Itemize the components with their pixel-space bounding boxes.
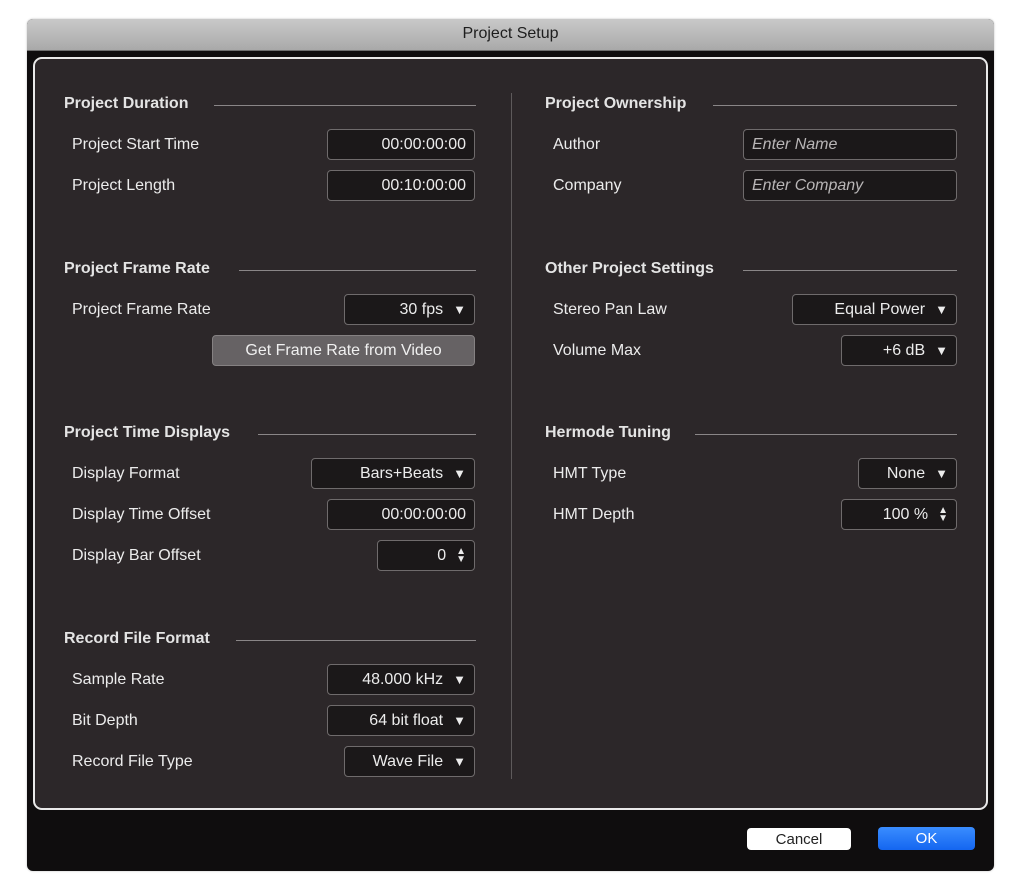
section-rule [713, 105, 957, 106]
section-rule [695, 434, 957, 435]
chevron-down-icon: ▼ [935, 343, 948, 358]
stepper-arrows[interactable]: ▲ ▼ [456, 546, 466, 564]
author-placeholder: Enter Name [752, 135, 838, 153]
project-frame-rate-dropdown[interactable]: 30 fps ▼ [344, 294, 475, 325]
dropdown-value: Bars+Beats [359, 464, 444, 482]
field-value: 00:00:00:00 [381, 505, 466, 523]
column-divider [511, 93, 512, 779]
cancel-button[interactable]: Cancel [747, 828, 851, 850]
window-title: Project Setup [462, 25, 559, 42]
section-title: Hermode Tuning [545, 424, 671, 441]
company-label: Company [553, 177, 622, 194]
ok-button[interactable]: OK [878, 827, 975, 850]
section-title: Other Project Settings [545, 260, 714, 277]
volume-max-dropdown[interactable]: +6 dB ▼ [841, 335, 957, 366]
volume-max-label: Volume Max [553, 342, 642, 359]
bit-depth-dropdown[interactable]: 64 bit float ▼ [327, 705, 475, 736]
chevron-down-icon: ▼ [453, 754, 466, 769]
stepper-value: 100 % [882, 505, 929, 523]
section-title: Project Ownership [545, 95, 687, 112]
project-start-time-label: Project Start Time [72, 136, 200, 153]
sample-rate-label: Sample Rate [72, 671, 165, 688]
section-project-frame-rate: Project Frame Rate [64, 260, 476, 278]
display-time-offset-field[interactable]: 00:00:00:00 [327, 499, 475, 530]
section-rule [258, 434, 476, 435]
chevron-down-icon: ▼ [453, 302, 466, 317]
author-input[interactable]: Enter Name [743, 129, 957, 160]
chevron-down-icon: ▼ [453, 672, 466, 687]
settings-panel: Project Duration Project Start Time 00:0… [33, 57, 988, 810]
section-project-ownership: Project Ownership [545, 95, 957, 113]
dropdown-value: 64 bit float [369, 711, 444, 729]
display-format-dropdown[interactable]: Bars+Beats ▼ [311, 458, 475, 489]
section-rule [743, 270, 957, 271]
author-label: Author [553, 136, 601, 153]
display-format-label: Display Format [72, 465, 180, 482]
hmt-depth-stepper[interactable]: 100 % ▲ ▼ [841, 499, 957, 530]
section-title: Record File Format [64, 630, 210, 647]
stepper-arrows[interactable]: ▲ ▼ [938, 505, 948, 523]
section-project-duration: Project Duration [64, 95, 476, 113]
bit-depth-label: Bit Depth [72, 712, 138, 729]
section-title: Project Duration [64, 95, 189, 112]
section-title: Project Time Displays [64, 424, 230, 441]
dropdown-value: 30 fps [399, 300, 444, 318]
dropdown-value: +6 dB [882, 341, 926, 359]
section-project-time-displays: Project Time Displays [64, 424, 476, 442]
stereo-pan-law-dropdown[interactable]: Equal Power ▼ [792, 294, 957, 325]
display-bar-offset-stepper[interactable]: 0 ▲ ▼ [377, 540, 475, 571]
company-input[interactable]: Enter Company [743, 170, 957, 201]
field-value: 00:00:00:00 [381, 135, 466, 153]
field-value: 00:10:00:00 [381, 176, 466, 194]
project-length-label: Project Length [72, 177, 176, 194]
dropdown-value: None [886, 464, 926, 482]
display-bar-offset-label: Display Bar Offset [72, 547, 201, 564]
get-frame-rate-from-video-button[interactable]: Get Frame Rate from Video [212, 335, 475, 366]
chevron-down-icon: ▼ [935, 466, 948, 481]
record-file-type-label: Record File Type [72, 753, 193, 770]
project-length-field[interactable]: 00:10:00:00 [327, 170, 475, 201]
dropdown-value: Equal Power [834, 300, 926, 318]
section-title: Project Frame Rate [64, 260, 210, 277]
project-frame-rate-label: Project Frame Rate [72, 301, 211, 318]
hmt-type-label: HMT Type [553, 465, 627, 482]
record-file-type-dropdown[interactable]: Wave File ▼ [344, 746, 475, 777]
dropdown-value: 48.000 kHz [362, 670, 444, 688]
hmt-type-dropdown[interactable]: None ▼ [858, 458, 957, 489]
title-bar[interactable]: Project Setup [27, 19, 994, 51]
chevron-down-icon: ▼ [453, 713, 466, 728]
sample-rate-dropdown[interactable]: 48.000 kHz ▼ [327, 664, 475, 695]
stepper-value: 0 [437, 546, 447, 564]
section-rule [214, 105, 476, 106]
section-record-file-format: Record File Format [64, 630, 476, 648]
stereo-pan-law-label: Stereo Pan Law [553, 301, 667, 318]
section-rule [236, 640, 476, 641]
project-start-time-field[interactable]: 00:00:00:00 [327, 129, 475, 160]
display-time-offset-label: Display Time Offset [72, 506, 211, 523]
company-placeholder: Enter Company [752, 176, 864, 194]
dropdown-value: Wave File [372, 752, 444, 770]
section-other-project-settings: Other Project Settings [545, 260, 957, 278]
step-down-icon[interactable]: ▼ [938, 513, 948, 523]
project-setup-dialog: Project Setup Project Duration Project S… [27, 19, 994, 871]
hmt-depth-label: HMT Depth [553, 506, 635, 523]
section-hermode-tuning: Hermode Tuning [545, 424, 957, 442]
chevron-down-icon: ▼ [935, 302, 948, 317]
section-rule [239, 270, 476, 271]
chevron-down-icon: ▼ [453, 466, 466, 481]
step-down-icon[interactable]: ▼ [456, 554, 466, 564]
